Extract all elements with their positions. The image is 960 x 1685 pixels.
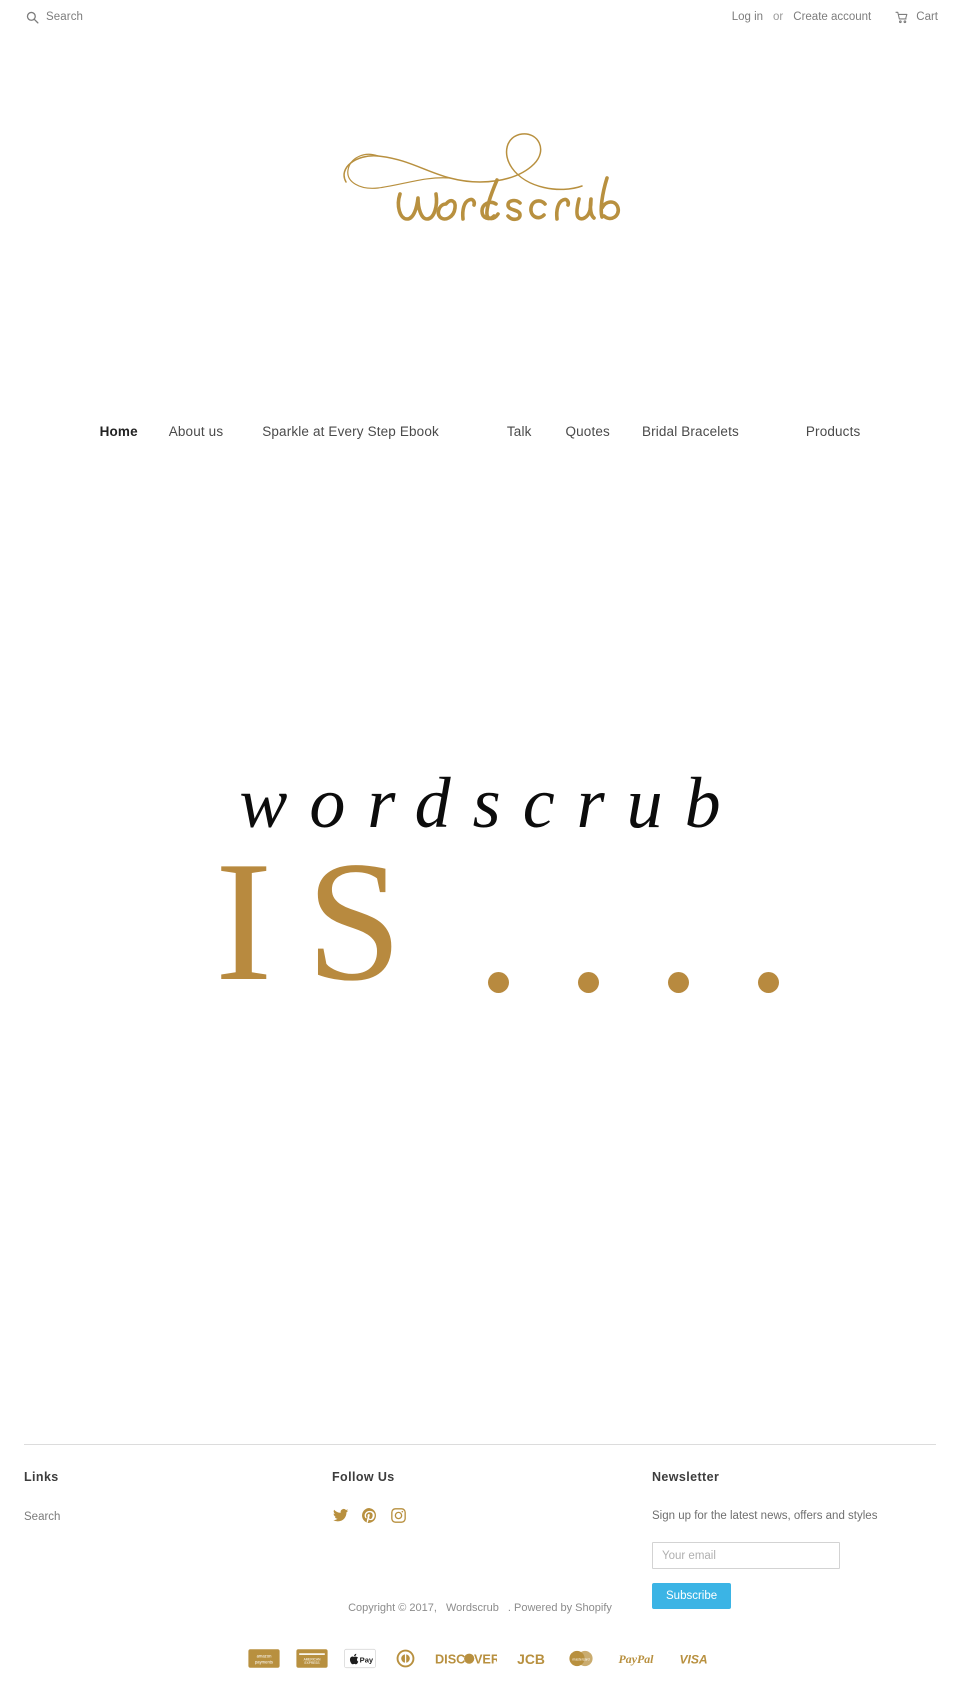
svg-text:JCB: JCB (517, 1651, 545, 1667)
svg-text:payments: payments (255, 1659, 273, 1664)
footer-links-column: Links Search (24, 1470, 294, 1527)
discover-icon: DISC VER (435, 1651, 497, 1666)
login-link[interactable]: Log in (732, 11, 763, 23)
svg-text:PayPal: PayPal (619, 1652, 655, 1666)
hero-dot (487, 971, 509, 993)
footer-links-title: Links (24, 1470, 59, 1484)
nav-list: Home About us Sparkle at Every Step Eboo… (100, 424, 861, 439)
account-actions: Log in or Create account Cart (732, 11, 938, 24)
svg-text:amazon: amazon (257, 1653, 272, 1658)
or-separator: or (773, 11, 784, 23)
hero-dot (757, 971, 779, 993)
cart-icon (895, 11, 908, 24)
cart-label: Cart (916, 11, 938, 23)
twitter-icon[interactable] (332, 1507, 349, 1524)
hero-ellipsis-dots (487, 971, 779, 993)
site-logo[interactable]: wordscrub (0, 112, 960, 242)
master-icon: mastercard (569, 1650, 593, 1667)
svg-text:VISA: VISA (679, 1652, 707, 1666)
powered-by-shopify: . Powered by Shopify (507, 1602, 612, 1614)
newsletter-email-input[interactable] (652, 1542, 840, 1569)
site-footer: Links Search Follow Us Newsletter Sign u… (0, 1470, 960, 1609)
svg-text:EXPRESS: EXPRESS (304, 1661, 319, 1665)
hero-is-text: IS (215, 827, 436, 1017)
cart-link[interactable]: Cart (895, 11, 938, 24)
nav-item-products[interactable]: Products (806, 424, 860, 439)
svg-text:mastercard: mastercard (572, 1658, 589, 1662)
nav-item-bridal-bracelets[interactable]: Bridal Bracelets (642, 424, 739, 439)
nav-item-home[interactable]: Home (100, 424, 138, 439)
svg-text:VER: VER (474, 1651, 497, 1666)
create-account-link[interactable]: Create account (793, 11, 871, 23)
footer-follow-title: Follow Us (332, 1470, 395, 1484)
search-label: Search (46, 11, 84, 23)
nav-item-sparkle-at-every-step-ebook[interactable]: Sparkle at Every Step Ebook (262, 424, 439, 439)
search-link[interactable]: Search (26, 11, 83, 24)
nav-item-about-us[interactable]: About us (169, 424, 224, 439)
jcb-icon: JCB (517, 1651, 545, 1667)
copyright-bar: Copyright © 2017, Wordscrub . Powered by S… (0, 1602, 960, 1614)
newsletter-description: Sign up for the latest news, offers and … (652, 1510, 878, 1522)
footer-link-search[interactable]: Search (24, 1507, 294, 1527)
nav-item-quotes[interactable]: Quotes (566, 424, 610, 439)
hero-banner: wordscrub IS (0, 760, 960, 1120)
hero-tagline-row: IS (0, 836, 960, 1016)
apple-pay-icon: Pay (344, 1648, 376, 1669)
footer-newsletter-column: Newsletter Sign up for the latest news, … (652, 1470, 937, 1609)
footer-divider (24, 1444, 936, 1445)
american-express-icon: AMERICAN EXPRESS (296, 1649, 328, 1668)
hero-wordmark: wordscrub (239, 763, 743, 843)
storefront-page: Search Log in or Create account Cart Hom… (0, 0, 960, 1685)
copyright-prefix: Copyright © 2017, (348, 1602, 437, 1614)
main-navigation: Home About us Sparkle at Every Step Eboo… (0, 424, 960, 439)
amazon-payments-icon: amazon payments (248, 1649, 280, 1668)
hero-dot (577, 971, 599, 993)
newsletter-title: Newsletter (652, 1470, 720, 1484)
nav-item-talk[interactable]: Talk (507, 424, 532, 439)
shop-name-link[interactable]: Wordscrub (446, 1602, 499, 1614)
payment-methods: amazon payments AMERICAN EXPRESS Pay DIS… (0, 1648, 960, 1669)
paypal-icon: PayPal (619, 1652, 655, 1666)
instagram-icon[interactable] (390, 1507, 407, 1524)
wordscrub-script-logo: wordscrub (343, 132, 621, 221)
top-utility-bar: Search Log in or Create account Cart (0, 0, 960, 34)
diners-club-icon (396, 1649, 415, 1668)
social-links (332, 1507, 582, 1524)
visa-icon: VISA (679, 1652, 707, 1666)
svg-text:Pay: Pay (360, 1656, 374, 1665)
footer-follow-column: Follow Us (332, 1470, 582, 1524)
search-icon (26, 11, 39, 24)
hero-dot (667, 971, 689, 993)
pinterest-icon[interactable] (361, 1507, 378, 1524)
svg-text:DISC: DISC (435, 1651, 465, 1666)
